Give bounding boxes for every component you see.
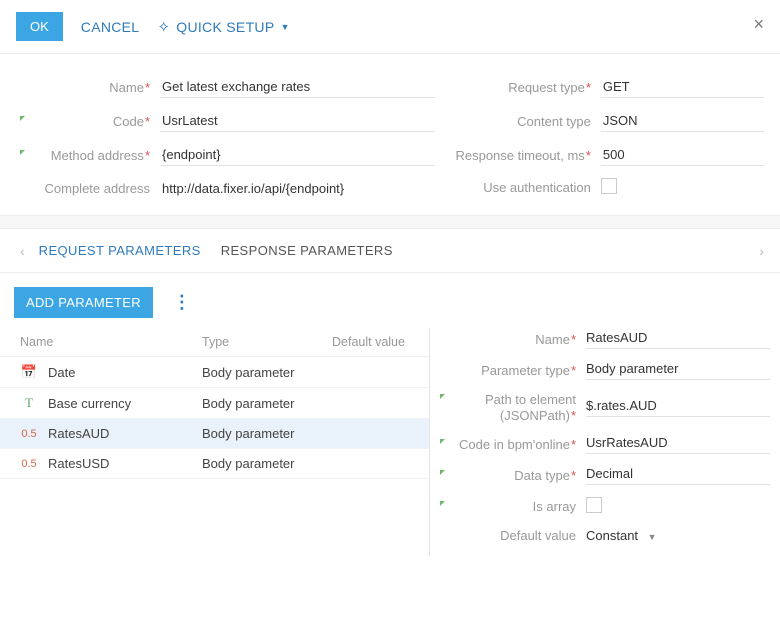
input-response-timeout[interactable]: 500 xyxy=(601,144,764,166)
add-parameter-button[interactable]: ADD PARAMETER xyxy=(14,287,153,318)
row-type: Body parameter xyxy=(202,426,332,441)
table-row[interactable]: T Base currency Body parameter xyxy=(0,388,429,419)
input-code[interactable]: UsrLatest xyxy=(160,110,435,132)
quick-setup-button[interactable]: ✧ QUICK SETUP ▼ xyxy=(157,18,289,36)
row-name: Date xyxy=(48,365,75,380)
detail-input-data-type[interactable]: Decimal xyxy=(586,466,770,485)
table-row[interactable]: 📅 Date Body parameter xyxy=(0,357,429,388)
parameters-grid: Name Type Default value 📅 Date Body para… xyxy=(0,328,430,556)
detail-input-jsonpath[interactable]: $.rates.AUD xyxy=(586,398,770,417)
label-request-type: Request type xyxy=(435,80,601,95)
tabs-bar: ‹ REQUEST PARAMETERS RESPONSE PARAMETERS… xyxy=(0,229,780,273)
label-use-auth: Use authentication xyxy=(435,180,601,195)
detail-label-default-value: Default value xyxy=(436,528,586,544)
cancel-button[interactable]: CANCEL xyxy=(81,19,140,35)
input-method-address[interactable]: {endpoint} xyxy=(160,144,435,166)
label-name: Name xyxy=(16,80,160,95)
kebab-menu-icon[interactable]: ⋮ xyxy=(173,292,192,313)
checkbox-use-auth[interactable] xyxy=(601,178,617,194)
table-row[interactable]: 0.5 RatesUSD Body parameter xyxy=(0,449,429,479)
row-name: RatesAUD xyxy=(48,426,109,441)
detail-label-param-type: Parameter type xyxy=(436,363,586,379)
row-name: Base currency xyxy=(48,396,131,411)
row-type: Body parameter xyxy=(202,365,332,380)
detail-label-is-array: Is array xyxy=(436,499,586,515)
toolbar: OK CANCEL ✧ QUICK SETUP ▼ × xyxy=(0,0,780,54)
detail-label-name: Name xyxy=(436,332,586,348)
row-type: Body parameter xyxy=(202,456,332,471)
tab-scroll-right-icon[interactable]: › xyxy=(755,239,768,263)
label-response-timeout: Response timeout, ms xyxy=(435,148,601,163)
label-code: Code xyxy=(16,114,160,129)
label-method-address: Method address xyxy=(16,148,160,163)
calendar-icon: 📅 xyxy=(20,364,38,380)
col-header-name[interactable]: Name xyxy=(20,335,202,349)
detail-dropdown-default-value[interactable]: Constant ▼ xyxy=(586,528,770,543)
value-complete-address: http://data.fixer.io/api/{endpoint} xyxy=(160,178,435,199)
magic-wand-icon: ✧ xyxy=(157,18,170,36)
tab-request-parameters[interactable]: REQUEST PARAMETERS xyxy=(29,237,211,264)
ok-button[interactable]: OK xyxy=(16,12,63,41)
col-header-default[interactable]: Default value xyxy=(332,335,429,349)
separator xyxy=(0,215,780,229)
grid-toolbar: ADD PARAMETER ⋮ xyxy=(0,273,780,328)
label-content-type: Content type xyxy=(435,114,601,129)
table-row[interactable]: 0.5 RatesAUD Body parameter xyxy=(0,419,429,449)
detail-label-code-bpm: Code in bpm'online xyxy=(436,437,586,453)
quick-setup-label: QUICK SETUP xyxy=(176,19,274,35)
close-icon[interactable]: × xyxy=(753,14,764,35)
detail-input-code-bpm[interactable]: UsrRatesAUD xyxy=(586,435,770,454)
detail-default-value-text: Constant xyxy=(586,528,638,543)
detail-label-jsonpath: Path to element (JSONPath) xyxy=(436,392,586,423)
tab-response-parameters[interactable]: RESPONSE PARAMETERS xyxy=(211,237,403,264)
tab-scroll-left-icon[interactable]: ‹ xyxy=(16,239,29,263)
parameter-detail-panel: Name RatesAUD Parameter type Body parame… xyxy=(430,328,780,556)
input-request-type[interactable]: GET xyxy=(601,76,764,98)
caret-down-icon: ▼ xyxy=(648,532,657,542)
row-type: Body parameter xyxy=(202,396,332,411)
input-name[interactable]: Get latest exchange rates xyxy=(160,76,435,98)
detail-label-data-type: Data type xyxy=(436,468,586,484)
detail-input-param-type[interactable]: Body parameter xyxy=(586,361,770,380)
method-form: Name Get latest exchange rates Code UsrL… xyxy=(0,54,780,215)
col-header-type[interactable]: Type xyxy=(202,335,332,349)
detail-input-name[interactable]: RatesAUD xyxy=(586,330,770,349)
caret-down-icon: ▼ xyxy=(280,22,289,32)
label-complete-address: Complete address xyxy=(16,181,160,196)
decimal-type-icon: 0.5 xyxy=(20,428,38,440)
text-type-icon: T xyxy=(20,395,38,411)
decimal-type-icon: 0.5 xyxy=(20,458,38,470)
input-content-type[interactable]: JSON xyxy=(601,110,764,132)
main-split: Name Type Default value 📅 Date Body para… xyxy=(0,328,780,556)
checkbox-is-array[interactable] xyxy=(586,497,602,513)
row-name: RatesUSD xyxy=(48,456,109,471)
